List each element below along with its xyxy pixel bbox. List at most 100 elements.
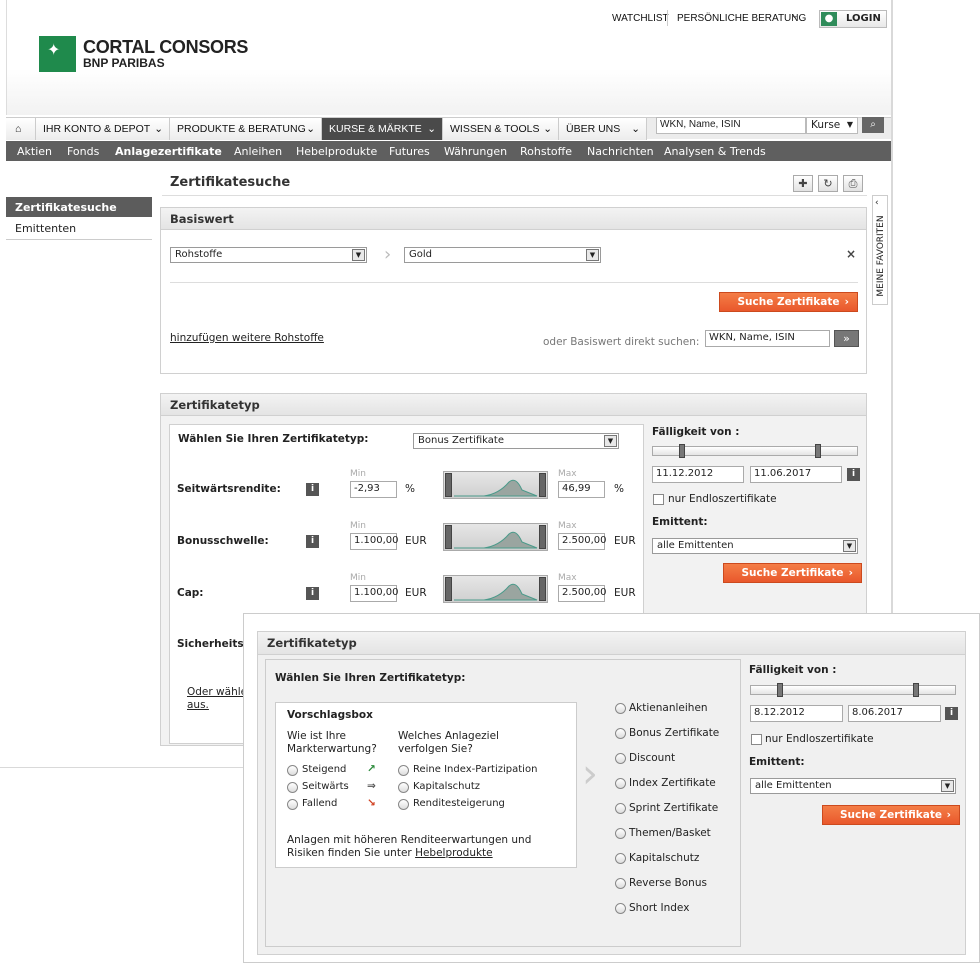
max-input[interactable]: 2.500,00 [558,533,607,550]
choose-type-label: Wählen Sie Ihren Zertifikatetyp: [275,672,466,684]
goal-radio[interactable] [398,799,409,810]
subnav-waehrungen[interactable]: Währungen [444,143,507,160]
nav-item-produkte[interactable]: PRODUKTE & BERATUNG ⌄ [170,118,322,140]
nav-item-konto[interactable]: IHR KONTO & DEPOT ⌄ [36,118,170,140]
expectation-radio[interactable] [287,799,298,810]
date-to-input[interactable]: 8.06.2017 [848,705,941,722]
nav-item-wissen[interactable]: WISSEN & TOOLS ⌄ [443,118,559,140]
filter-row-label: Cap: [177,587,204,599]
goal-radio[interactable] [398,765,409,776]
divider [170,282,858,283]
type-radio[interactable] [615,753,626,764]
max-input[interactable]: 2.500,00 [558,585,607,602]
add-icon[interactable]: ✚ [793,175,813,192]
subnav-aktien[interactable]: Aktien [17,143,52,160]
slider-handle[interactable] [815,444,821,458]
info-icon[interactable]: i [306,587,319,600]
type-select[interactable]: Bonus Zertifikate ▼ [413,433,619,449]
maturity-slider[interactable] [750,683,956,697]
issuer-select[interactable]: alle Emittenten ▼ [750,778,956,794]
min-input[interactable]: 1.100,00 [350,585,399,602]
date-to-input[interactable]: 11.06.2017 [750,466,842,483]
underlying-select[interactable]: Gold ▼ [404,247,601,263]
nav-item-kurse[interactable]: KURSE & MÄRKTE ⌄ [322,118,443,140]
issuer-select[interactable]: alle Emittenten ▼ [652,538,858,554]
distribution-graph [454,531,538,549]
distribution-graph [454,479,538,497]
other-link-2[interactable]: aus. [187,699,209,711]
sidebar-item-emittenten[interactable]: Emittenten [6,219,152,240]
calendar-icon[interactable]: i [847,468,860,481]
home-icon[interactable]: ⌂ [6,118,36,140]
type-radio[interactable] [615,828,626,839]
type-radio[interactable] [615,853,626,864]
range-slider[interactable] [443,471,548,499]
type-radio[interactable] [615,878,626,889]
expectation-radio[interactable] [287,782,298,793]
dropdown-arrow-icon: ▼ [604,435,617,447]
date-from-input[interactable]: 8.12.2012 [750,705,843,722]
max-input[interactable]: 46,99 [558,481,605,498]
slider-handle[interactable] [539,473,546,497]
slider-handle[interactable] [539,525,546,549]
login-button[interactable]: ● LOGIN [819,10,887,28]
slider-handle[interactable] [445,525,452,549]
subnav-futures[interactable]: Futures [389,143,430,160]
subnav-nachrichten[interactable]: Nachrichten [587,143,654,160]
type-radio[interactable] [615,903,626,914]
zertifikatetyp-header: Zertifikatetyp [160,393,867,416]
chevron-right-icon: › [384,244,392,265]
search-certificates-button[interactable]: Suche Zertifikate › [723,563,862,583]
info-icon[interactable]: i [306,483,319,496]
type-radio[interactable] [615,703,626,714]
endless-checkbox[interactable] [751,734,762,745]
subnav-rohstoffe[interactable]: Rohstoffe [520,143,572,160]
maturity-slider[interactable] [652,444,858,458]
subnav-fonds[interactable]: Fonds [67,143,99,160]
select-value: alle Emittenten [657,540,734,551]
search-certificates-button[interactable]: Suche Zertifikate › [719,292,858,312]
subnav-analysen[interactable]: Analysen & Trends [664,143,766,160]
type-radio[interactable] [615,803,626,814]
slider-handle[interactable] [913,683,919,697]
calendar-icon[interactable]: i [945,707,958,720]
hebelprodukte-link[interactable]: Hebelprodukte [415,847,493,859]
subnav-anleihen[interactable]: Anleihen [234,143,282,160]
sidebar-item-zertifikatesuche[interactable]: Zertifikatesuche [6,197,152,217]
underlying-search-input[interactable]: WKN, Name, ISIN [705,330,830,347]
expectation-radio[interactable] [287,765,298,776]
goal-radio[interactable] [398,782,409,793]
beratung-link[interactable]: PERSÖNLICHE BERATUNG [677,13,806,24]
dropdown-arrow-icon: ▼ [846,120,853,129]
min-input[interactable]: -2,93 [350,481,397,498]
add-more-link[interactable]: hinzufügen weitere Rohstoffe [170,332,324,344]
other-link[interactable]: Oder wähle [187,686,247,698]
search-scope-select[interactable]: Kurse ▼ [806,117,858,134]
quote-search-input[interactable]: WKN, Name, ISIN [656,117,806,134]
category-select[interactable]: Rohstoffe ▼ [170,247,367,263]
range-slider[interactable] [443,523,548,551]
endless-checkbox[interactable] [653,494,664,505]
type-radio[interactable] [615,728,626,739]
slider-handle[interactable] [445,577,452,601]
go-button[interactable]: » [834,330,859,347]
min-input[interactable]: 1.100,00 [350,533,399,550]
print-icon[interactable]: ⎙ [843,175,863,192]
slider-handle[interactable] [679,444,685,458]
date-from-input[interactable]: 11.12.2012 [652,466,744,483]
refresh-icon[interactable]: ↻ [818,175,838,192]
nav-item-ueber[interactable]: ÜBER UNS ⌄ [559,118,647,140]
slider-handle[interactable] [445,473,452,497]
range-slider[interactable] [443,575,548,603]
slider-handle[interactable] [777,683,783,697]
favorites-tab[interactable]: ‹ MEINE FAVORITEN [872,195,888,305]
subnav-anlagezertifikate[interactable]: Anlagezertifikate [115,143,222,160]
slider-handle[interactable] [539,577,546,601]
close-icon[interactable]: × [846,247,856,261]
type-radio[interactable] [615,778,626,789]
search-icon[interactable]: ⌕ [862,117,884,133]
subnav-hebelprodukte[interactable]: Hebelprodukte [296,143,377,160]
info-icon[interactable]: i [306,535,319,548]
watchlist-link[interactable]: WATCHLIST [612,13,669,24]
search-certificates-button[interactable]: Suche Zertifikate › [822,805,960,825]
